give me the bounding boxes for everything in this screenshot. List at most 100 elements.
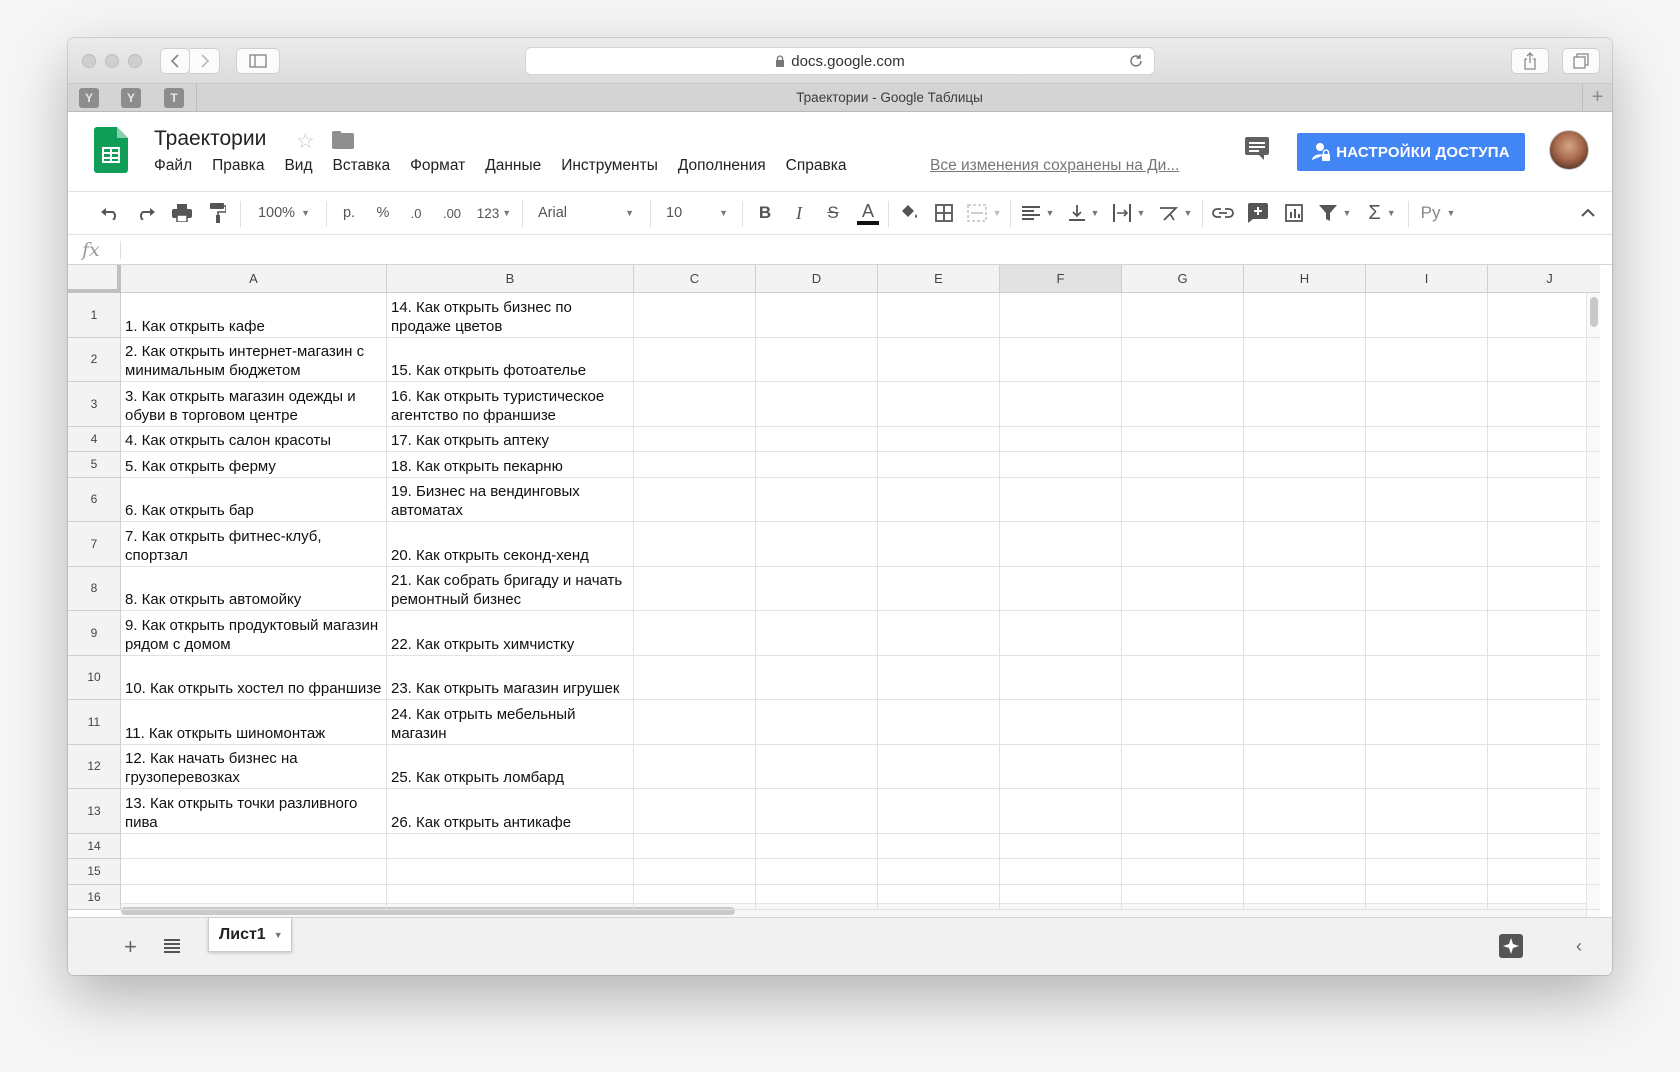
select-all-corner[interactable] xyxy=(68,265,121,293)
cell-i15[interactable] xyxy=(1366,859,1488,885)
cell-e4[interactable] xyxy=(878,426,1000,452)
row-header[interactable]: 4 xyxy=(68,426,121,452)
column-header-f[interactable]: F xyxy=(1000,265,1122,293)
cell-h14[interactable] xyxy=(1244,833,1366,859)
cell-c12[interactable] xyxy=(634,744,756,789)
column-header-h[interactable]: H xyxy=(1244,265,1366,293)
cell-b1[interactable]: 14. Как открыть бизнес по продаже цветов xyxy=(387,293,634,338)
increase-decimal-button[interactable]: .00 xyxy=(436,192,468,234)
cell-e7[interactable] xyxy=(878,522,1000,567)
account-avatar[interactable] xyxy=(1549,130,1589,170)
cell-c14[interactable] xyxy=(634,833,756,859)
cell-j13[interactable] xyxy=(1488,789,1600,834)
pinned-tab-yandex-2[interactable]: Y xyxy=(121,88,141,108)
cell-h7[interactable] xyxy=(1244,522,1366,567)
cell-i11[interactable] xyxy=(1366,700,1488,745)
cell-b13[interactable]: 26. Как открыть антикафе xyxy=(387,789,634,834)
cell-i14[interactable] xyxy=(1366,833,1488,859)
cell-e8[interactable] xyxy=(878,566,1000,611)
menu-edit[interactable]: Правка xyxy=(212,157,264,175)
cell-c9[interactable] xyxy=(634,611,756,656)
cell-f2[interactable] xyxy=(1000,337,1122,382)
column-header-c[interactable]: C xyxy=(634,265,756,293)
cell-a3[interactable]: 3. Как открыть магазин одежды и обуви в … xyxy=(121,382,387,427)
row-header[interactable]: 12 xyxy=(68,744,121,789)
cell-g8[interactable] xyxy=(1122,566,1244,611)
sheet-tab-list1[interactable]: Лист1 ▼ xyxy=(208,918,292,952)
close-window-button[interactable] xyxy=(82,54,96,68)
cell-h6[interactable] xyxy=(1244,477,1366,522)
row-header[interactable]: 11 xyxy=(68,700,121,745)
row-header[interactable]: 10 xyxy=(68,655,121,700)
cell-i16[interactable] xyxy=(1366,884,1488,910)
cell-f1[interactable] xyxy=(1000,293,1122,338)
cell-h1[interactable] xyxy=(1244,293,1366,338)
cell-e9[interactable] xyxy=(878,611,1000,656)
cell-i5[interactable] xyxy=(1366,452,1488,478)
sheets-logo-icon[interactable] xyxy=(94,127,128,178)
cell-g16[interactable] xyxy=(1122,884,1244,910)
cell-j11[interactable] xyxy=(1488,700,1600,745)
cell-c15[interactable] xyxy=(634,859,756,885)
cell-i4[interactable] xyxy=(1366,426,1488,452)
cell-b11[interactable]: 24. Как отрыть мебельный магазин xyxy=(387,700,634,745)
row-header[interactable]: 3 xyxy=(68,382,121,427)
cell-j4[interactable] xyxy=(1488,427,1600,452)
cell-g1[interactable] xyxy=(1122,293,1244,338)
input-tools-select[interactable]: Ру ▼ xyxy=(1416,192,1460,234)
cell-a7[interactable]: 7. Как открыть фитнес-клуб, спортзал xyxy=(121,522,387,567)
cell-a12[interactable]: 12. Как начать бизнес на грузоперевозках xyxy=(121,744,387,789)
tabs-overview-button[interactable] xyxy=(1562,48,1600,74)
row-header[interactable]: 9 xyxy=(68,611,121,656)
cell-c16[interactable] xyxy=(634,884,756,910)
cell-f9[interactable] xyxy=(1000,611,1122,656)
column-header-j[interactable]: J xyxy=(1488,265,1600,293)
cell-j2[interactable] xyxy=(1488,338,1600,382)
cell-c13[interactable] xyxy=(634,789,756,834)
cell-e10[interactable] xyxy=(878,655,1000,700)
cell-d9[interactable] xyxy=(756,611,878,656)
cell-e13[interactable] xyxy=(878,789,1000,834)
cell-g14[interactable] xyxy=(1122,833,1244,859)
font-family-select[interactable]: Arial ▼ xyxy=(530,192,642,234)
minimize-window-button[interactable] xyxy=(105,54,119,68)
cell-c2[interactable] xyxy=(634,337,756,382)
row-header[interactable]: 8 xyxy=(68,566,121,611)
cell-j1[interactable] xyxy=(1488,293,1600,338)
cell-a6[interactable]: 6. Как открыть бар xyxy=(121,477,387,522)
cell-c8[interactable] xyxy=(634,566,756,611)
menu-addons[interactable]: Дополнения xyxy=(678,157,766,175)
cell-i7[interactable] xyxy=(1366,522,1488,567)
column-header-e[interactable]: E xyxy=(878,265,1000,293)
cell-i10[interactable] xyxy=(1366,655,1488,700)
menu-format[interactable]: Формат xyxy=(410,157,465,175)
pinned-tab-t[interactable]: T xyxy=(164,88,184,108)
cell-j12[interactable] xyxy=(1488,745,1600,789)
cell-c7[interactable] xyxy=(634,522,756,567)
cell-f11[interactable] xyxy=(1000,700,1122,745)
zoom-window-button[interactable] xyxy=(128,54,142,68)
address-bar[interactable]: docs.google.com xyxy=(525,47,1155,75)
cell-g13[interactable] xyxy=(1122,789,1244,834)
star-icon[interactable]: ☆ xyxy=(296,129,315,154)
sidebar-button[interactable] xyxy=(236,48,280,74)
cell-h2[interactable] xyxy=(1244,337,1366,382)
decrease-decimal-button[interactable]: .0 xyxy=(402,192,430,234)
cell-f8[interactable] xyxy=(1000,566,1122,611)
cell-d1[interactable] xyxy=(756,293,878,338)
cell-c1[interactable] xyxy=(634,293,756,338)
row-header[interactable]: 16 xyxy=(68,884,121,910)
cell-e14[interactable] xyxy=(878,833,1000,859)
cell-h13[interactable] xyxy=(1244,789,1366,834)
cell-d5[interactable] xyxy=(756,452,878,478)
cell-a13[interactable]: 13. Как открыть точки разливного пива xyxy=(121,789,387,834)
forward-button[interactable] xyxy=(190,48,220,74)
row-header[interactable]: 13 xyxy=(68,789,121,834)
functions-icon[interactable]: Σ ▼ xyxy=(1362,192,1402,234)
cell-d15[interactable] xyxy=(756,859,878,885)
share-page-button[interactable] xyxy=(1511,48,1549,74)
cell-d14[interactable] xyxy=(756,833,878,859)
zoom-select[interactable]: 100% ▼ xyxy=(248,192,320,234)
redo-icon[interactable] xyxy=(132,192,160,234)
cell-f6[interactable] xyxy=(1000,477,1122,522)
